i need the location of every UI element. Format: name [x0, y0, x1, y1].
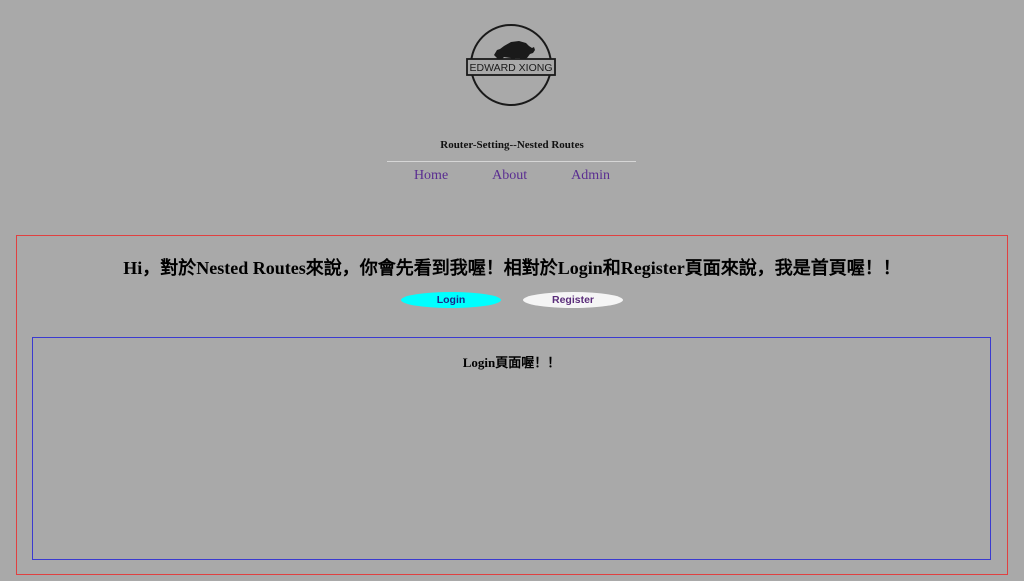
- nav-link-about[interactable]: About: [492, 168, 527, 184]
- outlet-title: Login頁面喔！！: [462, 355, 561, 370]
- page-headline: Hi，對於Nested Routes來說，你會先看到我喔！相對於Login和Re…: [123, 258, 901, 278]
- register-button[interactable]: Register: [523, 292, 623, 308]
- page: EDWARD XIONG Router-Setting--Nested Rout…: [0, 0, 1024, 581]
- nav-link-home[interactable]: Home: [414, 168, 448, 184]
- login-button[interactable]: Login: [401, 292, 501, 308]
- logo-text: EDWARD XIONG: [469, 62, 552, 74]
- site-title: Router-Setting--Nested Routes: [440, 139, 584, 151]
- main-nav: Home About Admin: [0, 168, 1024, 184]
- nav-link-admin[interactable]: Admin: [571, 168, 610, 184]
- nested-outlet: Login頁面喔！！: [32, 337, 991, 560]
- header-divider: [387, 161, 636, 162]
- logo[interactable]: EDWARD XIONG: [466, 22, 556, 108]
- home-container: Hi，對於Nested Routes來說，你會先看到我喔！相對於Login和Re…: [16, 235, 1008, 575]
